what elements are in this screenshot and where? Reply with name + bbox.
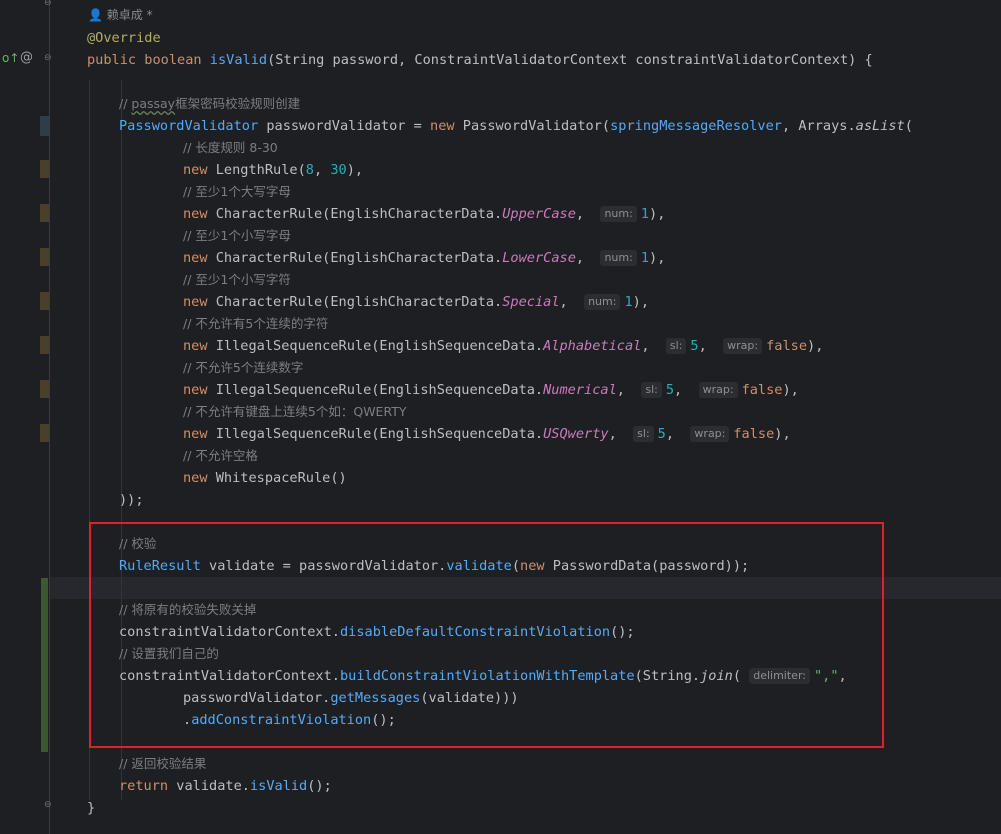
param-hint: sl: [665, 338, 687, 354]
code-line: // 长度规则 8-30 [183, 140, 278, 155]
code-line: // 校验 [119, 536, 157, 551]
param-hint: wrap: [723, 338, 763, 354]
change-marker[interactable] [40, 424, 49, 442]
code-line: // 不允许5个连续数字 [183, 360, 304, 375]
param-hint: num: [600, 250, 637, 266]
code-line: .addConstraintViolation(); [183, 712, 396, 728]
param-hint: wrap: [698, 382, 738, 398]
code-line: constraintValidatorContext.disableDefaul… [119, 624, 635, 640]
code-line: new CharacterRule(EnglishCharacterData.U… [183, 206, 666, 222]
code-editor[interactable]: @Override public boolean isValid(String … [50, 0, 1001, 834]
code-line: RuleResult validate = passwordValidator.… [119, 558, 750, 574]
code-line: PasswordValidator passwordValidator = ne… [119, 118, 913, 134]
change-marker[interactable] [40, 248, 49, 266]
code-line: new LengthRule(8, 30), [183, 162, 364, 178]
code-line: // 设置我们自己的 [119, 646, 219, 661]
override-method-icon[interactable]: o↑ [2, 51, 19, 65]
change-marker[interactable] [40, 116, 49, 136]
annotation-at-icon[interactable]: @ [20, 50, 33, 65]
code-line: // 不允许空格 [183, 448, 258, 463]
change-marker[interactable] [40, 160, 49, 178]
code-line: new IllegalSequenceRule(EnglishSequenceD… [183, 338, 824, 354]
code-line: } [87, 800, 96, 816]
code-line: passwordValidator.getMessages(validate))… [183, 690, 519, 706]
method-name: isValid [209, 52, 268, 68]
change-marker[interactable] [40, 204, 49, 222]
code-line: new CharacterRule(EnglishCharacterData.L… [183, 250, 666, 266]
code-line: new IllegalSequenceRule(EnglishSequenceD… [183, 426, 791, 442]
param-hint: sl: [633, 426, 654, 442]
code-line: // 将原有的校验失败关掉 [119, 602, 257, 617]
code-line: new WhitespaceRule() [183, 470, 347, 486]
code-line: // 至少1个大写字母 [183, 184, 291, 199]
code-line: // 至少1个小写字母 [183, 228, 291, 243]
param-hint: delimiter: [749, 668, 810, 684]
change-marker[interactable] [40, 292, 49, 310]
change-marker[interactable] [40, 380, 49, 398]
code-line: // 至少1个小写字符 [183, 272, 291, 287]
code-line: new CharacterRule(EnglishCharacterData.S… [183, 294, 650, 310]
code-line: // 不允许有键盘上连续5个如：QWERTY [183, 404, 407, 419]
param-hint: wrap: [690, 426, 730, 442]
param-hint: sl: [641, 382, 662, 398]
change-marker[interactable] [40, 336, 49, 354]
code-line: return validate.isValid(); [119, 778, 332, 794]
code-line: // 返回校验结果 [119, 756, 207, 771]
code-line: public boolean isValid(String password, … [87, 52, 873, 68]
code-line: @Override [87, 27, 1001, 49]
param-hint: num: [600, 206, 637, 222]
code-line: // 不允许有5个连续的字符 [183, 316, 329, 331]
code-line: new IllegalSequenceRule(EnglishSequenceD… [183, 382, 799, 398]
annotation: @Override [87, 30, 161, 46]
param-hint: num: [584, 294, 621, 310]
added-lines-marker[interactable] [41, 578, 48, 752]
code-line: constraintValidatorContext.buildConstrai… [119, 668, 847, 684]
code-line: )); [119, 492, 144, 508]
code-line: // passay框架密码校验规则创建 [119, 96, 301, 111]
